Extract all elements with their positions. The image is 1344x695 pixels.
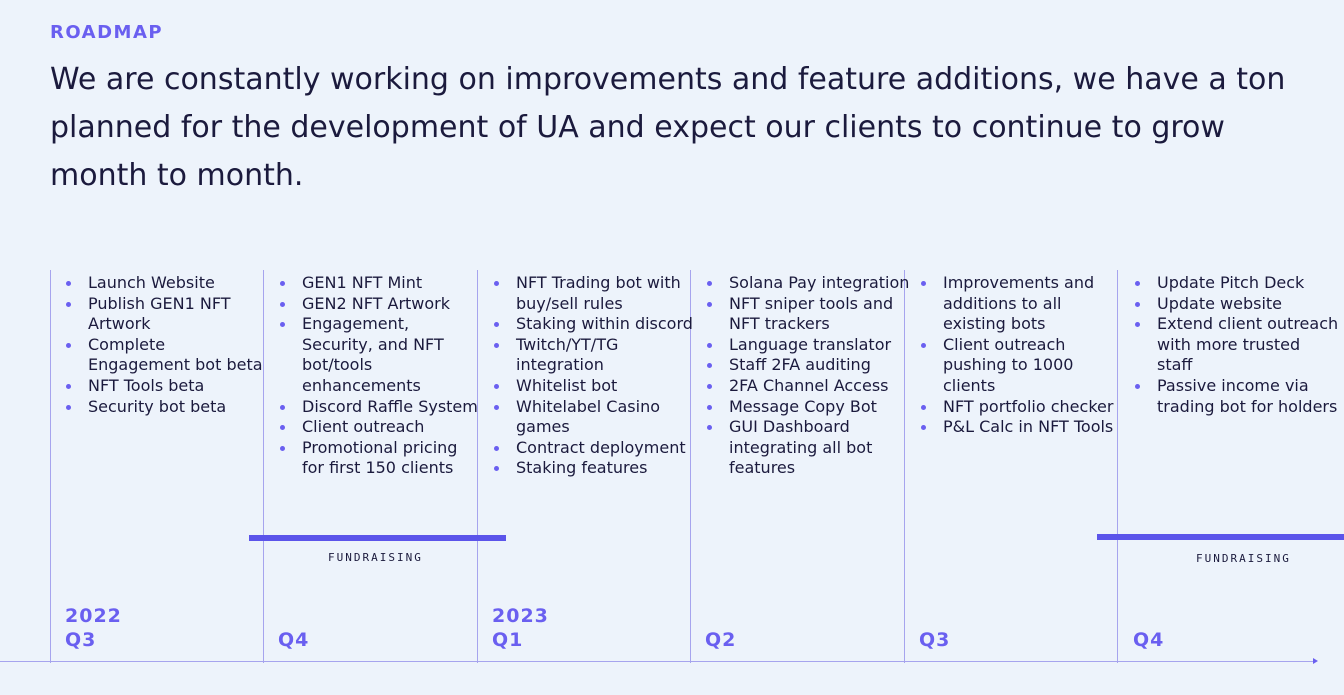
milestone-item: Staking within discord: [492, 314, 698, 335]
milestone-item: Contract deployment: [492, 438, 698, 459]
timeline-divider-1: [50, 270, 51, 663]
milestone-item: Discord Raffle System: [278, 397, 484, 418]
milestone-list: Solana Pay integration NFT sniper tools …: [705, 273, 911, 479]
milestone-item: 2FA Channel Access: [705, 376, 911, 397]
roadmap-column-2023-q2: Solana Pay integration NFT sniper tools …: [705, 273, 911, 479]
milestone-item: NFT sniper tools and NFT trackers: [705, 294, 911, 335]
roadmap-eyebrow: ROADMAP: [50, 22, 164, 43]
quarter-label: Q2: [705, 629, 737, 651]
milestone-item: P&L Calc in NFT Tools: [919, 417, 1125, 438]
roadmap-headline: We are constantly working on improvement…: [50, 62, 1286, 193]
milestone-item: Staff 2FA auditing: [705, 355, 911, 376]
roadmap-column-2023-q4: Update Pitch Deck Update website Extend …: [1133, 273, 1339, 417]
milestone-item: Solana Pay integration: [705, 273, 911, 294]
quarter-label: Q4: [1133, 629, 1165, 651]
fundraising-bar: [249, 535, 506, 541]
milestone-item: Client outreach: [278, 417, 484, 438]
milestone-list: Update Pitch Deck Update website Extend …: [1133, 273, 1339, 417]
milestone-item: Security bot beta: [64, 397, 270, 418]
fundraising-bar: [1097, 534, 1344, 540]
milestone-item: GEN1 NFT Mint: [278, 273, 484, 294]
milestone-list: Launch Website Publish GEN1 NFT Artwork …: [64, 273, 270, 417]
milestone-item: Complete Engagement bot beta: [64, 335, 270, 376]
milestone-item: Client outreach pushing to 1000 clients: [919, 335, 1125, 397]
milestone-list: GEN1 NFT Mint GEN2 NFT Artwork Engagemen…: [278, 273, 484, 479]
milestone-item: Twitch/YT/TG integration: [492, 335, 698, 376]
milestone-item: Staking features: [492, 458, 698, 479]
fundraising-label: FUNDRAISING: [1196, 552, 1291, 565]
timeline-baseline: [0, 661, 1314, 662]
milestone-item: Passive income via trading bot for holde…: [1133, 376, 1339, 417]
milestone-item: Extend client outreach with more trusted…: [1133, 314, 1339, 376]
milestone-item: NFT Trading bot with buy/sell rules: [492, 273, 698, 314]
year-label: 2023: [492, 605, 549, 627]
milestone-item: Whitelabel Casino games: [492, 397, 698, 438]
quarter-label: Q3: [919, 629, 951, 651]
quarter-label: Q3: [65, 629, 97, 651]
milestone-item: Promotional pricing for first 150 client…: [278, 438, 484, 479]
milestone-list: NFT Trading bot with buy/sell rules Stak…: [492, 273, 698, 479]
milestone-item: NFT Tools beta: [64, 376, 270, 397]
milestone-item: Message Copy Bot: [705, 397, 911, 418]
quarter-label: Q4: [278, 629, 310, 651]
milestone-item: GEN2 NFT Artwork: [278, 294, 484, 315]
milestone-item: Update Pitch Deck: [1133, 273, 1339, 294]
roadmap-column-2023-q3: Improvements and additions to all existi…: [919, 273, 1125, 438]
fundraising-label: FUNDRAISING: [328, 551, 423, 564]
milestone-item: Publish GEN1 NFT Artwork: [64, 294, 270, 335]
milestone-item: Update website: [1133, 294, 1339, 315]
milestone-item: Engagement, Security, and NFT bot/tools …: [278, 314, 484, 396]
roadmap-column-2022-q3: Launch Website Publish GEN1 NFT Artwork …: [64, 273, 270, 417]
timeline-arrow-icon: [1313, 658, 1318, 664]
milestone-item: Improvements and additions to all existi…: [919, 273, 1125, 335]
milestone-list: Improvements and additions to all existi…: [919, 273, 1125, 438]
milestone-item: Whitelist bot: [492, 376, 698, 397]
roadmap-column-2023-q1: NFT Trading bot with buy/sell rules Stak…: [492, 273, 698, 479]
milestone-item: NFT portfolio checker: [919, 397, 1125, 418]
year-label: 2022: [65, 605, 122, 627]
milestone-item: Launch Website: [64, 273, 270, 294]
milestone-item: GUI Dashboard integrating all bot featur…: [705, 417, 911, 479]
roadmap-column-2022-q4: GEN1 NFT Mint GEN2 NFT Artwork Engagemen…: [278, 273, 484, 479]
quarter-label: Q1: [492, 629, 524, 651]
milestone-item: Language translator: [705, 335, 911, 356]
